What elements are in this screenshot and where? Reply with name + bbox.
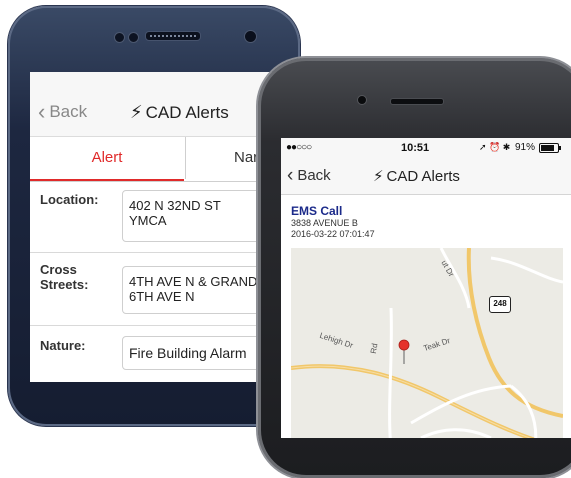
earpiece-speaker [145,31,201,41]
map-pin[interactable] [398,339,410,351]
title-text: CAD Alerts [386,167,460,185]
page-title: ⚡ CAD Alerts [373,167,460,186]
sensor-dots [114,30,142,48]
location-label: Location: [40,192,99,207]
page-title: ⚡ CAD Alerts [130,102,229,123]
status-time: 10:51 [401,142,430,154]
back-button[interactable]: ‹ Back [287,164,331,186]
front-camera [357,95,367,105]
front-camera [244,30,257,43]
nature-value: Fire Building Alarm [129,345,247,361]
cross-streets-label-line1: Cross [40,262,77,277]
call-type: EMS Call [291,204,343,218]
street-label: Rd [368,342,380,355]
call-address: 3838 AVENUE B [291,218,358,228]
signal-strength: ●●○○○ [286,142,312,153]
nature-label: Nature: [40,338,86,353]
earpiece-speaker [390,98,444,105]
incident-map[interactable]: ut Dr Lehigh Dr Teak Dr Rd 248 [291,248,563,438]
call-summary: EMS Call 3838 AVENUE B 2016-03-22 07:01:… [291,204,375,240]
cross-streets-label: Cross Streets: [40,262,88,292]
iphone-nav-bar: ‹ Back ⚡ CAD Alerts [281,158,571,195]
lightning-bolt-icon: ⚡ [130,102,143,122]
tab-alert[interactable]: Alert [30,137,184,181]
lightning-bolt-icon: ⚡ [373,168,384,185]
iphone: ●●○○○ 10:51 ➚ ⏰ ✱ 91% ‹ Back ⚡ CAD Alert… [258,58,571,478]
status-bar: ●●○○○ 10:51 ➚ ⏰ ✱ 91% [281,138,571,158]
battery-percent: 91% [515,142,536,153]
call-timestamp: 2016-03-22 07:01:47 [291,229,375,239]
title-text: CAD Alerts [145,102,229,122]
status-icons: ➚ ⏰ ✱ [479,142,511,152]
battery-icon [539,143,561,153]
android-phone: ‹ Back ⚡ CAD Alerts Alert Narra Location… [8,6,300,426]
chevron-left-icon: ‹ [38,99,46,124]
chevron-left-icon: ‹ [287,164,294,186]
route-number: 248 [493,299,507,308]
iphone-screen: ●●○○○ 10:51 ➚ ⏰ ✱ 91% ‹ Back ⚡ CAD Alert… [281,138,571,438]
back-label: Back [49,102,88,121]
route-shield-icon: 248 [489,296,511,313]
cross-streets-label-line2: Streets: [40,277,89,292]
back-button[interactable]: ‹ Back [38,99,88,124]
back-label: Back [297,167,331,184]
